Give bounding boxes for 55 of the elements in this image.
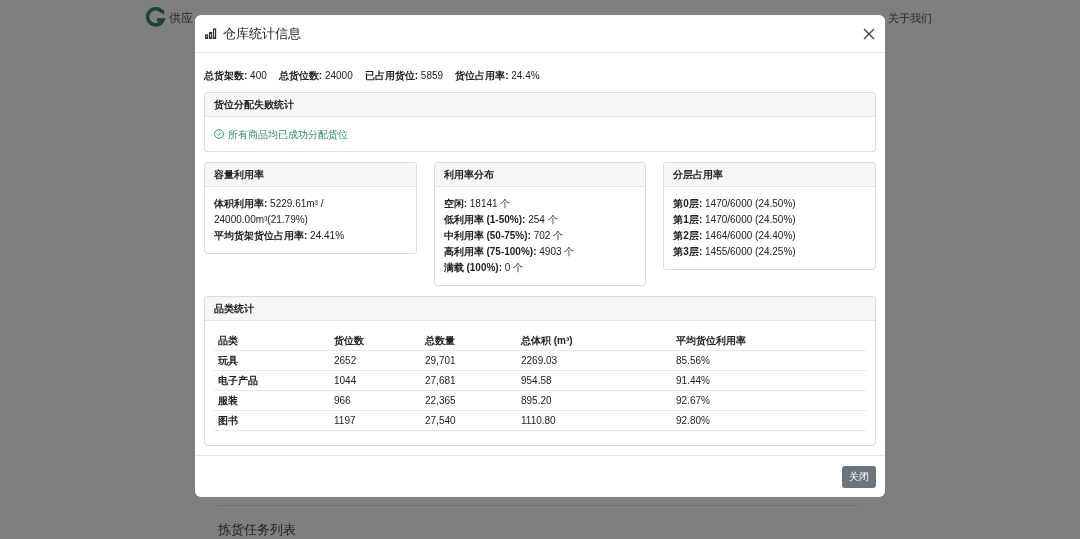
- table-cell: 27,681: [421, 370, 517, 390]
- table-cell: 29,701: [421, 350, 517, 370]
- stat-line: 空闲: 18141 个: [443, 197, 512, 211]
- stat-line: 中利用率 (50-75%): 702 个: [443, 229, 565, 243]
- stat-line: 平均货架货位占用率: 24.41%: [214, 229, 346, 243]
- stat-line: 低利用率 (1-50%): 254 个: [443, 213, 559, 227]
- section-title: 拣货任务列表: [218, 521, 296, 539]
- success-message: 所有商品均已成功分配货位: [228, 127, 348, 142]
- stat-line: 第2层: 1464/6000 (24.40%): [673, 229, 797, 243]
- bar-chart-icon: [205, 28, 217, 39]
- table-cell: 服装: [214, 390, 330, 410]
- check-circle-icon: [214, 129, 224, 139]
- table-cell: 电子产品: [214, 370, 330, 390]
- brand-name[interactable]: 供应: [169, 9, 193, 27]
- table-cell: 966: [330, 390, 421, 410]
- table-cell: 1197: [330, 410, 421, 430]
- table-cell: 1110.80: [517, 410, 672, 430]
- stat-line: 满载 (100%): 0 个: [443, 261, 525, 275]
- card-title: 利用率分布: [443, 168, 494, 182]
- column-header: 品类: [214, 331, 330, 350]
- card-title: 容量利用率: [214, 168, 264, 182]
- table-cell: 图书: [214, 410, 330, 430]
- column-header: 总体积 (m³): [517, 331, 672, 350]
- table-cell: 1044: [330, 370, 421, 390]
- card-title: 货位分配失败统计: [214, 98, 294, 112]
- table-cell: 954.58: [517, 370, 672, 390]
- table-cell: 92.80%: [672, 410, 866, 430]
- summary-stat: 总货架数: 400: [204, 68, 267, 83]
- stat-line: 高利用率 (75-100%): 4903 个: [443, 245, 576, 259]
- table-cell: 2652: [330, 350, 421, 370]
- summary-stat: 总货位数: 24000: [278, 68, 353, 83]
- table-cell: 92.67%: [672, 390, 866, 410]
- table-cell: 22,365: [421, 390, 517, 410]
- close-button[interactable]: [863, 27, 875, 40]
- summary-stat: 货位占用率: 24.4%: [455, 68, 540, 83]
- dialog-title: 仓库统计信息: [223, 24, 301, 43]
- stat-line: 第0层: 1470/6000 (24.50%): [673, 197, 797, 211]
- nav-link[interactable]: 关于我们: [888, 10, 932, 27]
- column-header: 总数量: [421, 331, 517, 350]
- card-title: 品类统计: [214, 302, 254, 316]
- stat-line: 体积利用率: 5229.61m³ / 24000.00m³(21.79%): [214, 197, 325, 227]
- stat-line: 第1层: 1470/6000 (24.50%): [673, 213, 797, 227]
- summary-stat: 已占用货位: 5859: [364, 68, 444, 83]
- column-header: 平均货位利用率: [672, 331, 866, 350]
- close-dialog-button[interactable]: 关闭: [842, 465, 876, 488]
- column-header: 货位数: [330, 331, 421, 350]
- stat-line: 第3层: 1455/6000 (24.25%): [673, 245, 797, 259]
- table-cell: 85.56%: [672, 350, 866, 370]
- card-title: 分层占用率: [673, 168, 724, 182]
- table-cell: 27,540: [421, 410, 517, 430]
- table-cell: 91.44%: [672, 370, 866, 390]
- table-cell: 2269.03: [517, 350, 672, 370]
- logo-icon: [146, 7, 166, 27]
- table-cell: 895.20: [517, 390, 672, 410]
- table-cell: 玩具: [214, 350, 330, 370]
